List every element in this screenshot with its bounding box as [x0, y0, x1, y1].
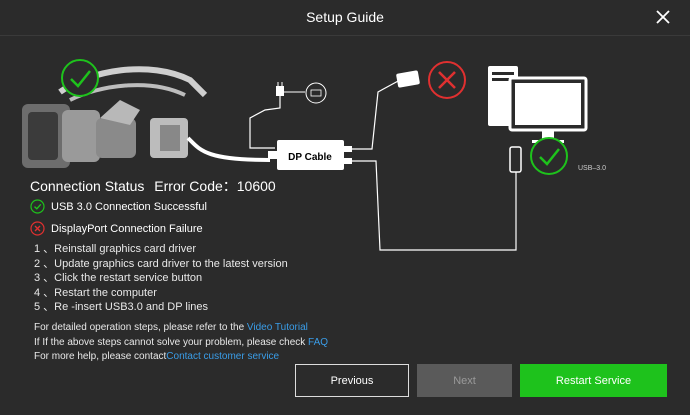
dp-connector-icon — [396, 70, 420, 88]
step-item: 4 、Restart the computer — [34, 286, 157, 299]
step-item: 1 、Reinstall graphics card driver — [34, 243, 197, 255]
title-bar: Setup Guide — [0, 0, 690, 36]
video-tutorial-link[interactable]: Video Tutorial — [247, 322, 308, 333]
step-item: 5 、Re -insert USB3.0 and DP lines — [34, 301, 209, 314]
headset-ok-icon — [61, 59, 99, 97]
error-code: Error Code：10600 — [154, 178, 276, 194]
previous-button[interactable]: Previous — [295, 364, 409, 397]
dp-cable-box: DP Cable — [268, 140, 352, 170]
power-adapter-icon — [249, 82, 327, 149]
usb-ok-icon — [530, 137, 568, 175]
next-button[interactable]: Next — [417, 364, 512, 397]
help-text: For more help, please contact — [34, 351, 167, 363]
usb-connector-icon — [509, 146, 522, 173]
dp-error-icon — [428, 61, 466, 99]
check-circle-icon — [30, 199, 45, 214]
step-item: 2 、Update graphics card driver to the la… — [34, 257, 288, 270]
usb-label: USB–3.0 — [578, 165, 607, 172]
window-title: Setup Guide — [306, 9, 384, 25]
help-text: For detailed operation steps, please ref… — [34, 322, 247, 333]
contact-support-link[interactable]: Contact customer service — [166, 351, 279, 362]
computer-icon — [488, 66, 588, 143]
close-icon[interactable] — [654, 8, 672, 26]
status-title: Connection Status — [30, 178, 145, 194]
dp-status-row: DisplayPort Connection Failure — [30, 221, 203, 236]
restart-service-button[interactable]: Restart Service — [520, 364, 667, 397]
help-line: If If the above steps cannot solve your … — [34, 336, 328, 351]
dp-cable-label: DP Cable — [288, 152, 332, 163]
step-item: 3 、Click the restart service button — [34, 272, 203, 285]
help-text: If If the above steps cannot solve your … — [34, 336, 309, 348]
error-circle-icon — [30, 221, 45, 236]
help-line: For more help, please contactContact cus… — [34, 350, 328, 365]
connection-status: Connection Status Error Code：10600 — [30, 176, 282, 196]
usb-status-row: USB 3.0 Connection Successful — [30, 199, 207, 214]
help-line: For detailed operation steps, please ref… — [34, 321, 328, 336]
faq-link[interactable]: FAQ — [308, 337, 328, 348]
usb-status-text: USB 3.0 Connection Successful — [51, 200, 207, 213]
dp-status-text: DisplayPort Connection Failure — [51, 222, 203, 235]
help-section: For detailed operation steps, please ref… — [34, 321, 328, 365]
vr-headset-icon — [22, 66, 271, 168]
troubleshooting-steps: 1 、Reinstall graphics card driver 2 、Upd… — [34, 242, 288, 315]
